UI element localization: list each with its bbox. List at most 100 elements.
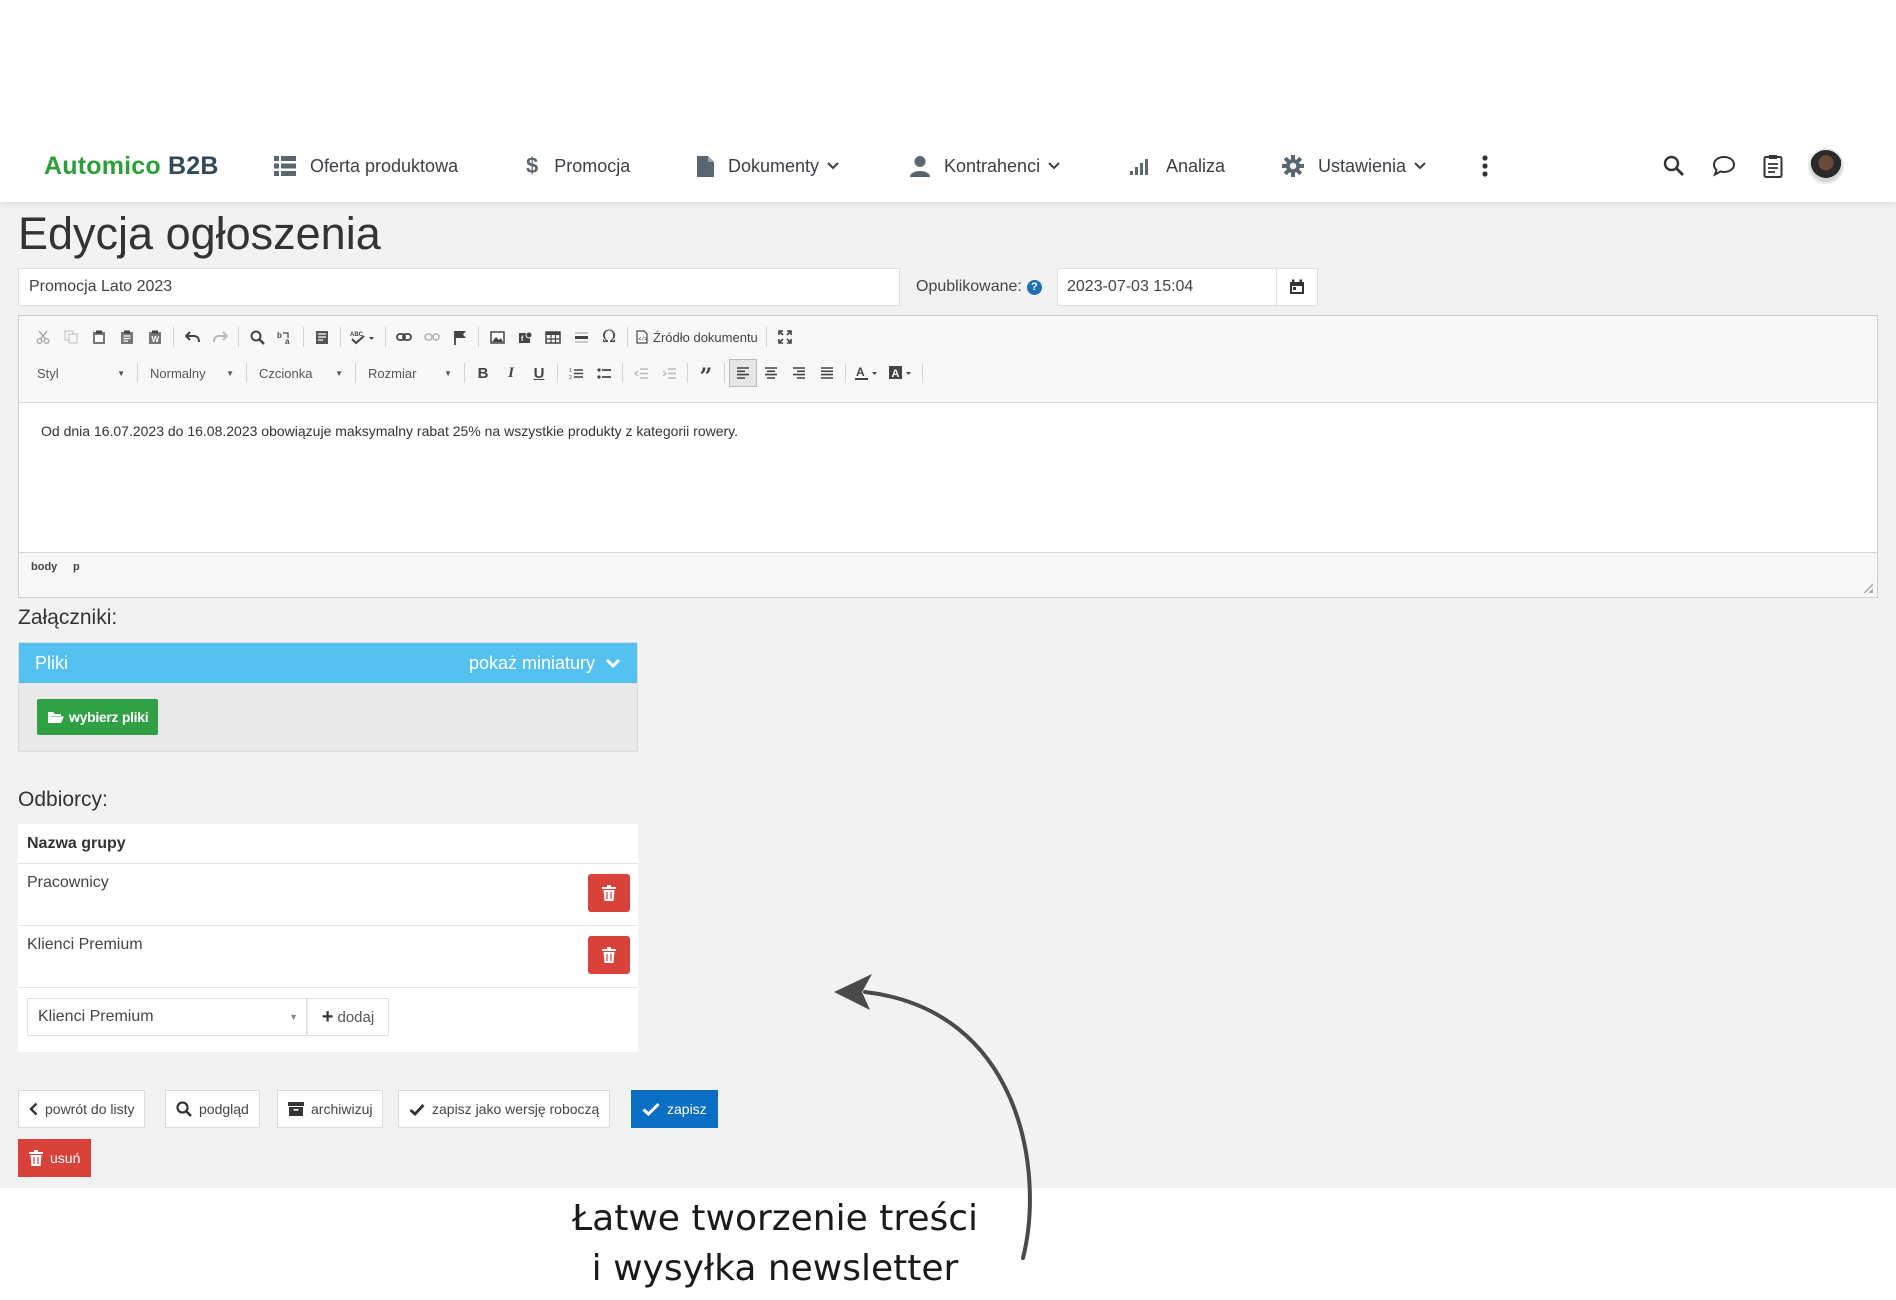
brand-logo[interactable]: Automico B2B [44, 130, 219, 202]
blockquote-icon[interactable]: ” [692, 359, 720, 388]
recipients-label: Odbiorcy: [18, 788, 108, 811]
underline-icon[interactable]: U [525, 359, 553, 387]
background-color-icon[interactable]: A [884, 359, 918, 387]
select-all-icon[interactable] [308, 323, 336, 351]
search-icon[interactable] [1663, 130, 1685, 202]
check-icon [409, 1103, 425, 1116]
nav-label: Analiza [1166, 155, 1226, 176]
resize-handle[interactable] [1863, 583, 1873, 593]
gear-icon [1282, 155, 1304, 177]
nav-label: Dokumenty [728, 155, 820, 176]
numbered-list-icon[interactable]: 12 [562, 359, 590, 387]
save-draft-button[interactable]: zapisz jako wersję roboczą [398, 1090, 611, 1128]
delete-group-button[interactable] [588, 936, 630, 974]
nav-item-dokumenty[interactable]: Dokumenty [697, 130, 839, 202]
paste-word-icon[interactable]: W [141, 323, 169, 351]
spellcheck-icon[interactable]: ABC [345, 323, 381, 351]
kebab-menu-icon[interactable] [1482, 130, 1488, 202]
link-icon[interactable] [390, 323, 418, 351]
text-color-icon[interactable]: A [850, 359, 884, 387]
toolbar-separator [765, 327, 767, 347]
nav-label: Kontrahenci [944, 155, 1041, 176]
nav-item-promocja[interactable]: $ Promocja [526, 130, 630, 202]
announcement-title-input[interactable]: Promocja Lato 2023 [18, 268, 900, 306]
indent-icon[interactable] [655, 359, 683, 387]
paste-icon[interactable] [85, 323, 113, 351]
group-name: Klienci Premium [27, 936, 143, 953]
nav-item-oferta[interactable]: Oferta produktowa [274, 130, 458, 202]
toolbar-separator [478, 327, 479, 347]
flash-icon[interactable]: f [511, 323, 539, 351]
calendar-button[interactable] [1276, 268, 1318, 306]
chevron-down-icon [1414, 162, 1426, 170]
outdent-icon[interactable] [627, 359, 655, 387]
special-char-icon[interactable]: Ω [595, 323, 623, 351]
cut-icon[interactable] [29, 323, 57, 351]
align-right-icon[interactable] [785, 359, 813, 387]
table-header-group-name: Nazwa grupy [18, 824, 638, 864]
font-combo[interactable]: Czcionka ▼ [251, 360, 351, 386]
search-icon [176, 1101, 192, 1117]
size-combo[interactable]: Rozmiar ▼ [360, 360, 460, 386]
preview-button[interactable]: podgląd [165, 1090, 260, 1128]
editor-content-area[interactable]: Od dnia 16.07.2023 do 16.08.2023 obowiąz… [19, 402, 1877, 552]
nav-label: Ustawienia [1318, 155, 1407, 176]
chat-icon[interactable] [1712, 130, 1736, 202]
editor-statusbar: body p [19, 552, 1877, 597]
nav-item-analiza[interactable]: Analiza [1130, 130, 1225, 202]
delete-group-button[interactable] [588, 874, 630, 912]
archive-button[interactable]: archiwizuj [277, 1090, 384, 1128]
align-center-icon[interactable] [757, 359, 785, 387]
table-row: Pracownicy [18, 864, 638, 926]
svg-text:A: A [856, 366, 865, 379]
attachments-panel-header: Pliki pokaż miniatury [19, 643, 637, 683]
toolbar-separator [622, 363, 623, 383]
find-icon[interactable] [243, 323, 271, 351]
path-element-p[interactable]: p [73, 561, 80, 573]
toolbar-separator [246, 363, 247, 383]
anchor-flag-icon[interactable] [446, 323, 474, 351]
paste-text-icon[interactable] [113, 323, 141, 351]
clipboard-icon[interactable] [1763, 130, 1783, 202]
help-icon[interactable]: ? [1026, 279, 1042, 295]
nav-item-ustawienia[interactable]: Ustawienia [1282, 130, 1426, 202]
editor-toolbar-row-1: W ba ABC f Ω </> Źródło dokumentu [29, 322, 799, 352]
align-left-icon[interactable] [729, 359, 757, 387]
user-avatar[interactable] [1808, 130, 1844, 202]
editor-toolbar-row-2: Styl ▼ Normalny ▼ Czcionka ▼ Rozmiar ▼ B I U… [29, 358, 927, 388]
path-element-body[interactable]: body [31, 561, 57, 573]
show-thumbnails-toggle[interactable]: pokaż miniatury [469, 653, 621, 674]
save-button[interactable]: zapisz [631, 1090, 718, 1128]
italic-icon[interactable]: I [497, 359, 525, 387]
bold-icon[interactable]: B [469, 359, 497, 387]
replace-icon[interactable]: ba [271, 323, 299, 351]
user-icon [910, 155, 930, 177]
copy-icon[interactable] [57, 323, 85, 351]
style-combo[interactable]: Styl ▼ [29, 360, 133, 386]
delete-button[interactable]: usuń [18, 1139, 92, 1177]
undo-icon[interactable] [178, 323, 206, 351]
files-title: Pliki [35, 652, 69, 673]
source-button[interactable]: </> Źródło dokumentu [632, 323, 762, 351]
toolbar-separator [385, 327, 386, 347]
nav-item-kontrahenci[interactable]: Kontrahenci [910, 130, 1060, 202]
published-date-input[interactable]: 2023-07-03 15:04 [1057, 268, 1277, 306]
maximize-icon[interactable] [771, 323, 799, 351]
redo-icon[interactable] [206, 323, 234, 351]
align-justify-icon[interactable] [813, 359, 841, 387]
image-icon[interactable] [483, 323, 511, 351]
combo-arrow-icon: ▼ [335, 368, 343, 378]
unlink-icon[interactable] [418, 323, 446, 351]
svg-text:a: a [285, 337, 290, 345]
plus-icon: + [321, 1005, 334, 1028]
group-select[interactable]: Klienci Premium ▼ [27, 998, 307, 1036]
horizontal-rule-icon[interactable] [567, 323, 595, 351]
format-combo[interactable]: Normalny ▼ [142, 360, 242, 386]
add-group-button[interactable]: + dodaj [307, 998, 389, 1036]
back-to-list-button[interactable]: powrót do listy [18, 1090, 146, 1128]
table-icon[interactable] [539, 323, 567, 351]
bulleted-list-icon[interactable] [590, 359, 618, 387]
choose-files-button[interactable]: wybierz pliki [37, 699, 159, 735]
nav-label: Oferta produktowa [310, 155, 459, 176]
page-title: Edycja ogłoszenia [18, 208, 381, 259]
